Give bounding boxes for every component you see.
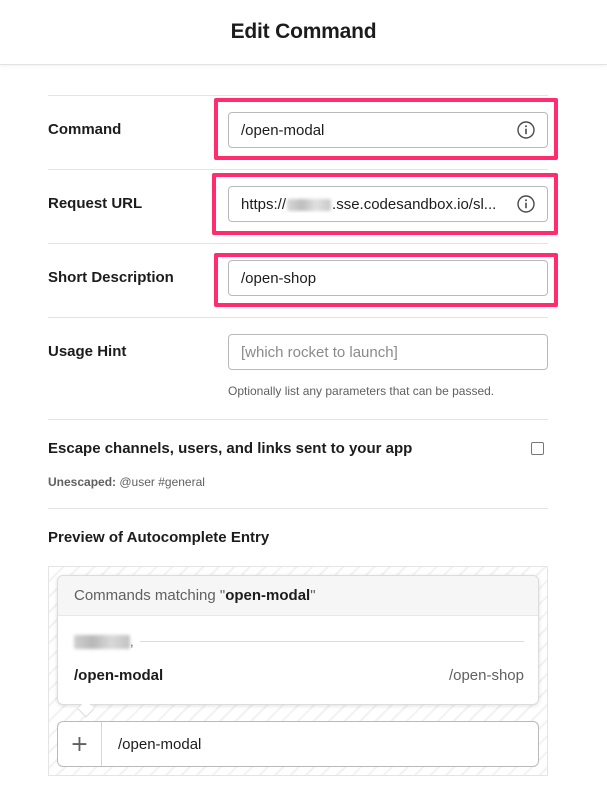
divider <box>48 243 548 244</box>
composer-text: /open-modal <box>118 735 202 753</box>
short-description-value: /open-shop <box>241 269 317 287</box>
preview-title: Preview of Autocomplete Entry <box>48 529 270 546</box>
info-icon[interactable] <box>517 195 535 213</box>
app-divider <box>139 641 524 642</box>
command-description: /open-shop <box>448 667 524 684</box>
request-url-value: https://.sse.codesandbox.io/sl... <box>241 195 497 213</box>
app-name-row: , <box>74 634 524 649</box>
redacted-app-name <box>74 634 130 649</box>
divider <box>48 508 548 509</box>
escape-label: Escape channels, users, and links sent t… <box>48 440 413 457</box>
plus-icon[interactable]: + <box>58 722 102 766</box>
usage-hint-label: Usage Hint <box>48 343 127 360</box>
command-name: /open-modal <box>74 667 164 684</box>
escape-checkbox[interactable] <box>531 442 544 455</box>
message-composer[interactable]: + /open-modal <box>57 721 539 767</box>
short-description-input[interactable]: /open-shop <box>228 260 548 296</box>
request-url-label: Request URL <box>48 195 143 212</box>
divider <box>48 419 548 420</box>
page-header: Edit Command <box>0 0 607 65</box>
unescaped-note: Unescaped: @user #general <box>48 475 205 489</box>
autocomplete-header: Commands matching " open-modal " <box>58 576 538 616</box>
short-description-label: Short Description <box>48 269 174 286</box>
page-title: Edit Command <box>230 20 377 43</box>
command-value: /open-modal <box>241 121 325 139</box>
divider <box>48 95 548 96</box>
autocomplete-item[interactable]: /open-modal /open-shop <box>74 667 524 684</box>
usage-hint-input[interactable]: [which rocket to launch] <box>228 334 548 370</box>
request-url-input[interactable]: https://.sse.codesandbox.io/sl... <box>228 186 548 222</box>
divider <box>48 317 548 318</box>
command-label: Command <box>48 121 122 138</box>
autocomplete-popup: Commands matching " open-modal " , /open-m… <box>57 575 539 705</box>
usage-hint-helper: Optionally list any parameters that can … <box>228 384 495 398</box>
command-input[interactable]: /open-modal <box>228 112 548 148</box>
info-icon[interactable] <box>517 121 535 139</box>
usage-hint-placeholder: [which rocket to launch] <box>241 343 398 361</box>
divider <box>48 169 548 170</box>
redacted-host <box>287 198 332 211</box>
